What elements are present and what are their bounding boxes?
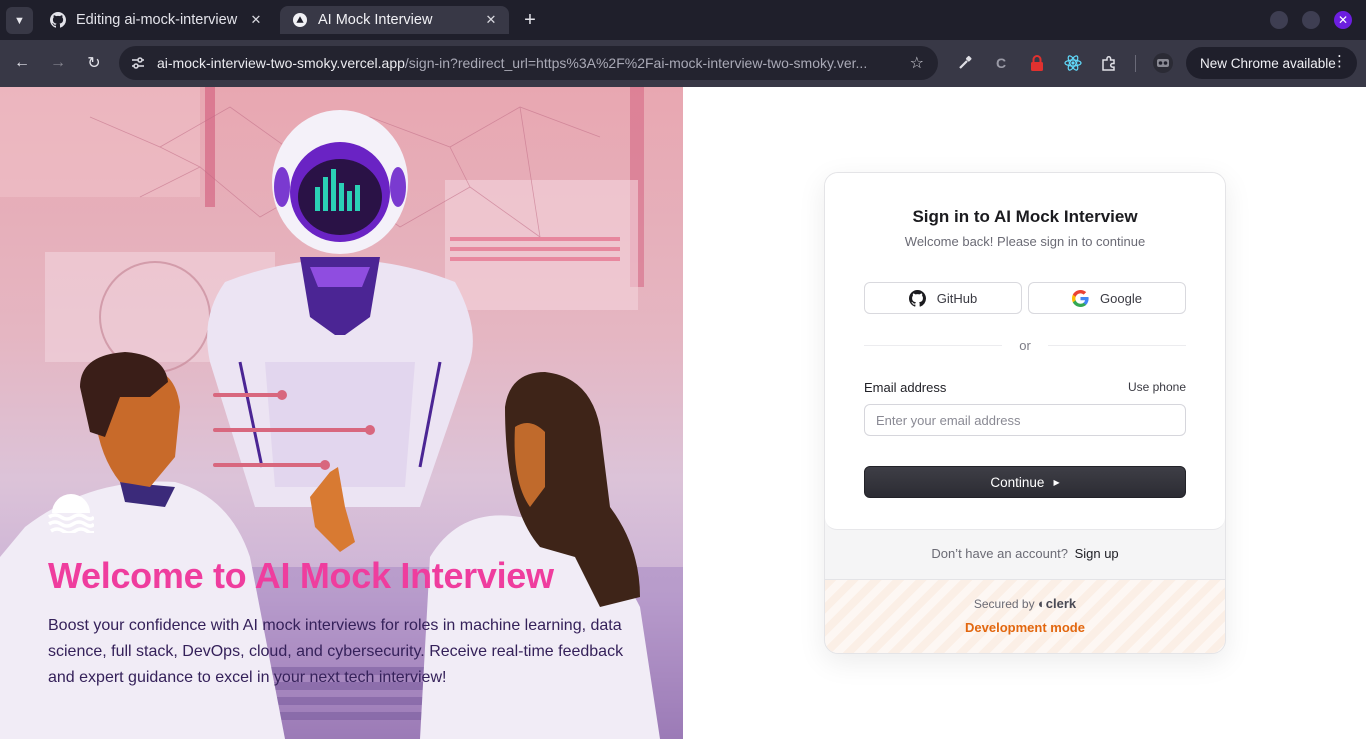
address-bar[interactable]: ai-mock-interview-two-smoky.vercel.app/s…	[119, 46, 938, 80]
google-label: Google	[1100, 290, 1142, 306]
hero-title: Welcome to AI Mock Interview	[48, 555, 554, 596]
sign-in-container: Sign in to AI Mock Interview Welcome bac…	[824, 172, 1226, 654]
puzzle-extensions-icon[interactable]	[1099, 53, 1119, 73]
sign-in-title: Sign in to AI Mock Interview	[912, 207, 1138, 226]
react-devtools-icon[interactable]	[1063, 53, 1083, 73]
secured-by: Secured by ◐clerk	[825, 596, 1225, 611]
extension-icon[interactable]: C	[991, 53, 1011, 73]
url-host: ai-mock-interview-two-smoky.vercel.app	[157, 55, 405, 71]
url-text: ai-mock-interview-two-smoky.vercel.app/s…	[157, 55, 893, 71]
maximize-button[interactable]	[1302, 11, 1320, 29]
tab-editing-repo[interactable]: Editing ai-mock-interview ✕	[38, 6, 274, 34]
sign-in-card: Sign in to AI Mock Interview Welcome bac…	[825, 173, 1225, 530]
url-path: /sign-in?redirect_url=https%3A%2F%2Fai-m…	[404, 55, 868, 71]
lock-extension-icon[interactable]	[1027, 53, 1047, 73]
back-icon[interactable]: ←	[11, 52, 33, 74]
clerk-logo[interactable]: ◐clerk	[1038, 596, 1076, 611]
use-phone-link[interactable]: Use phone	[1128, 380, 1186, 394]
divider-right	[1048, 345, 1186, 346]
hero-description: Boost your confidence with AI mock inter…	[48, 617, 624, 686]
site-settings-icon[interactable]	[129, 54, 147, 72]
sign-in-subtitle: Welcome back! Please sign in to continue	[904, 234, 1146, 249]
tab-title: Editing ai-mock-interview	[76, 12, 238, 28]
no-account-text: Don’t have an account?	[931, 546, 1068, 561]
hero-panel: Welcome to AI Mock Interview Boost your …	[0, 87, 683, 739]
profile-avatar-icon[interactable]	[1153, 53, 1173, 73]
window-close-button[interactable]: ✕	[1334, 11, 1352, 29]
browser-tab-bar: ▼ Editing ai-mock-interview ✕ AI Mock In…	[0, 0, 1366, 40]
dev-mode-banner: Secured by ◐clerk Development mode	[825, 580, 1225, 653]
vercel-triangle-icon	[292, 12, 308, 28]
clerk-label: clerk	[1045, 596, 1077, 611]
chevron-down-icon: ▼	[14, 14, 25, 27]
caret-right-icon: ▶	[1053, 477, 1060, 487]
development-mode-label: Development mode	[965, 620, 1085, 635]
chrome-update-button[interactable]: New Chrome available ⋮	[1186, 47, 1357, 79]
clerk-mark-icon: ◐	[1037, 596, 1046, 611]
github-icon	[50, 12, 66, 28]
eyedropper-extension-icon[interactable]	[955, 53, 975, 73]
tab-title: AI Mock Interview	[318, 12, 433, 28]
browser-toolbar: ← → ↻ ai-mock-interview-two-smoky.vercel…	[0, 40, 1366, 87]
continue-label: Continue	[990, 474, 1045, 490]
google-icon	[1072, 289, 1089, 307]
tab-search-button[interactable]: ▼	[6, 7, 33, 34]
more-vertical-icon[interactable]: ⋮	[1332, 53, 1347, 71]
sign-up-row: Don’t have an account? Sign up	[825, 546, 1225, 561]
email-label: Email address	[864, 380, 947, 395]
minimize-button[interactable]	[1270, 11, 1288, 29]
reload-icon[interactable]: ↻	[83, 52, 105, 74]
email-field[interactable]	[864, 404, 1186, 436]
new-tab-button[interactable]: +	[519, 9, 541, 31]
update-label: New Chrome available	[1200, 55, 1336, 71]
sign-up-link[interactable]: Sign up	[1075, 546, 1119, 561]
secured-text: Secured by	[973, 597, 1035, 611]
toolbar-divider	[1135, 55, 1136, 72]
tab-ai-mock-interview[interactable]: AI Mock Interview ✕	[280, 6, 509, 34]
forward-icon[interactable]: →	[47, 52, 69, 74]
github-label: GitHub	[936, 290, 978, 306]
github-icon	[908, 289, 926, 307]
continue-button[interactable]: Continue ▶	[864, 466, 1186, 498]
close-icon[interactable]: ✕	[483, 12, 499, 28]
close-icon[interactable]: ✕	[248, 12, 264, 28]
github-sign-in-button[interactable]: GitHub	[864, 282, 1022, 314]
bookmark-star-icon[interactable]: ☆	[910, 53, 924, 73]
google-sign-in-button[interactable]: Google	[1028, 282, 1186, 314]
wave-logo-icon	[48, 494, 94, 533]
